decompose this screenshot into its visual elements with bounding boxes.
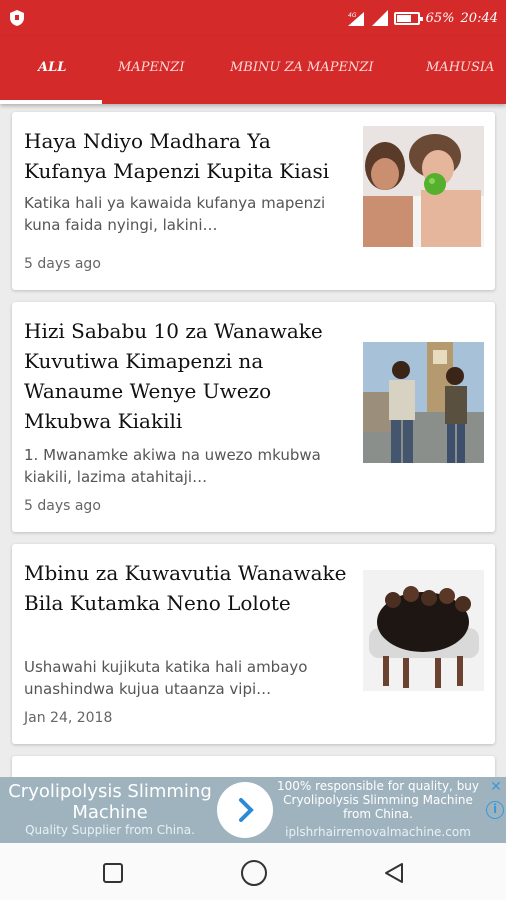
system-navigation-bar: [0, 843, 506, 900]
article-date: 5 days ago: [24, 498, 101, 514]
ad-info-icon[interactable]: i: [486, 801, 504, 819]
article-thumbnail[interactable]: [363, 126, 484, 247]
ad-description: 100% responsible for quality, buy Cryoli…: [276, 779, 480, 821]
article-card[interactable]: Mbinu za Kuwavutia Wanawake Bila Kutamka…: [12, 544, 495, 744]
signal-icon: [371, 10, 388, 26]
article-title[interactable]: Haya Ndiyo Madhara Ya Kufanya Mapenzi Ku…: [24, 126, 354, 186]
article-excerpt: Katika hali ya kawaida kufanya mapenzi k…: [24, 194, 326, 234]
svg-text:4G: 4G: [348, 12, 357, 19]
mobile-signal-icon: 4G: [347, 12, 364, 26]
tab-mapenzi[interactable]: MAPENZI: [118, 60, 184, 75]
home-icon[interactable]: [240, 859, 268, 887]
clock: 20:44: [460, 10, 498, 26]
article-title[interactable]: Mbinu za Kuwavutia Wanawake Bila Kutamka…: [24, 558, 354, 618]
ad-domain: iplshrhairremovalmachine.com: [285, 825, 471, 839]
shield-icon: [10, 10, 24, 26]
tab-all[interactable]: ALL: [38, 60, 66, 75]
battery-percent: 65%: [425, 10, 455, 26]
article-card[interactable]: Haya Ndiyo Madhara Ya Kufanya Mapenzi Ku…: [12, 112, 495, 290]
article-card[interactable]: Hizi Sababu 10 za Wanawake Kuvutiwa Kima…: [12, 302, 495, 532]
article-title[interactable]: Hizi Sababu 10 za Wanawake Kuvutiwa Kima…: [24, 316, 354, 436]
category-tab-bar: ALL MAPENZI MBINU ZA MAPENZI MAHUSIA: [0, 36, 506, 104]
back-icon[interactable]: [382, 861, 406, 885]
ad-subline: Quality Supplier from China.: [25, 823, 195, 837]
group-on-couch-photo: [363, 570, 484, 691]
article-date: 5 days ago: [24, 256, 101, 272]
article-excerpt: 1. Mwanamke akiwa na uwezo mkubwa kiakil…: [24, 446, 321, 486]
ad-open-button[interactable]: [217, 782, 273, 838]
article-thumbnail[interactable]: [363, 570, 484, 691]
active-tab-indicator: [0, 100, 102, 104]
ad-close-icon[interactable]: ✕: [488, 779, 504, 795]
couple-big-ben-photo: [363, 342, 484, 463]
article-excerpt: Ushawahi kujikuta katika hali ambayo una…: [24, 658, 308, 698]
couple-apple-photo: [363, 126, 484, 247]
tab-mbinu-za-mapenzi[interactable]: MBINU ZA MAPENZI: [230, 60, 374, 75]
tab-mahusiano[interactable]: MAHUSIA: [426, 60, 494, 75]
chevron-right-icon: [239, 798, 254, 822]
ad-headline[interactable]: Cryolipolysis Slimming Machine: [0, 781, 220, 823]
article-date: Jan 24, 2018: [24, 710, 113, 726]
ad-banner[interactable]: Cryolipolysis Slimming Machine Quality S…: [0, 777, 506, 843]
status-bar: 4G 65% 20:44: [0, 0, 506, 36]
article-thumbnail[interactable]: [363, 342, 484, 463]
recent-apps-icon[interactable]: [102, 862, 124, 884]
battery-icon: [393, 11, 423, 25]
